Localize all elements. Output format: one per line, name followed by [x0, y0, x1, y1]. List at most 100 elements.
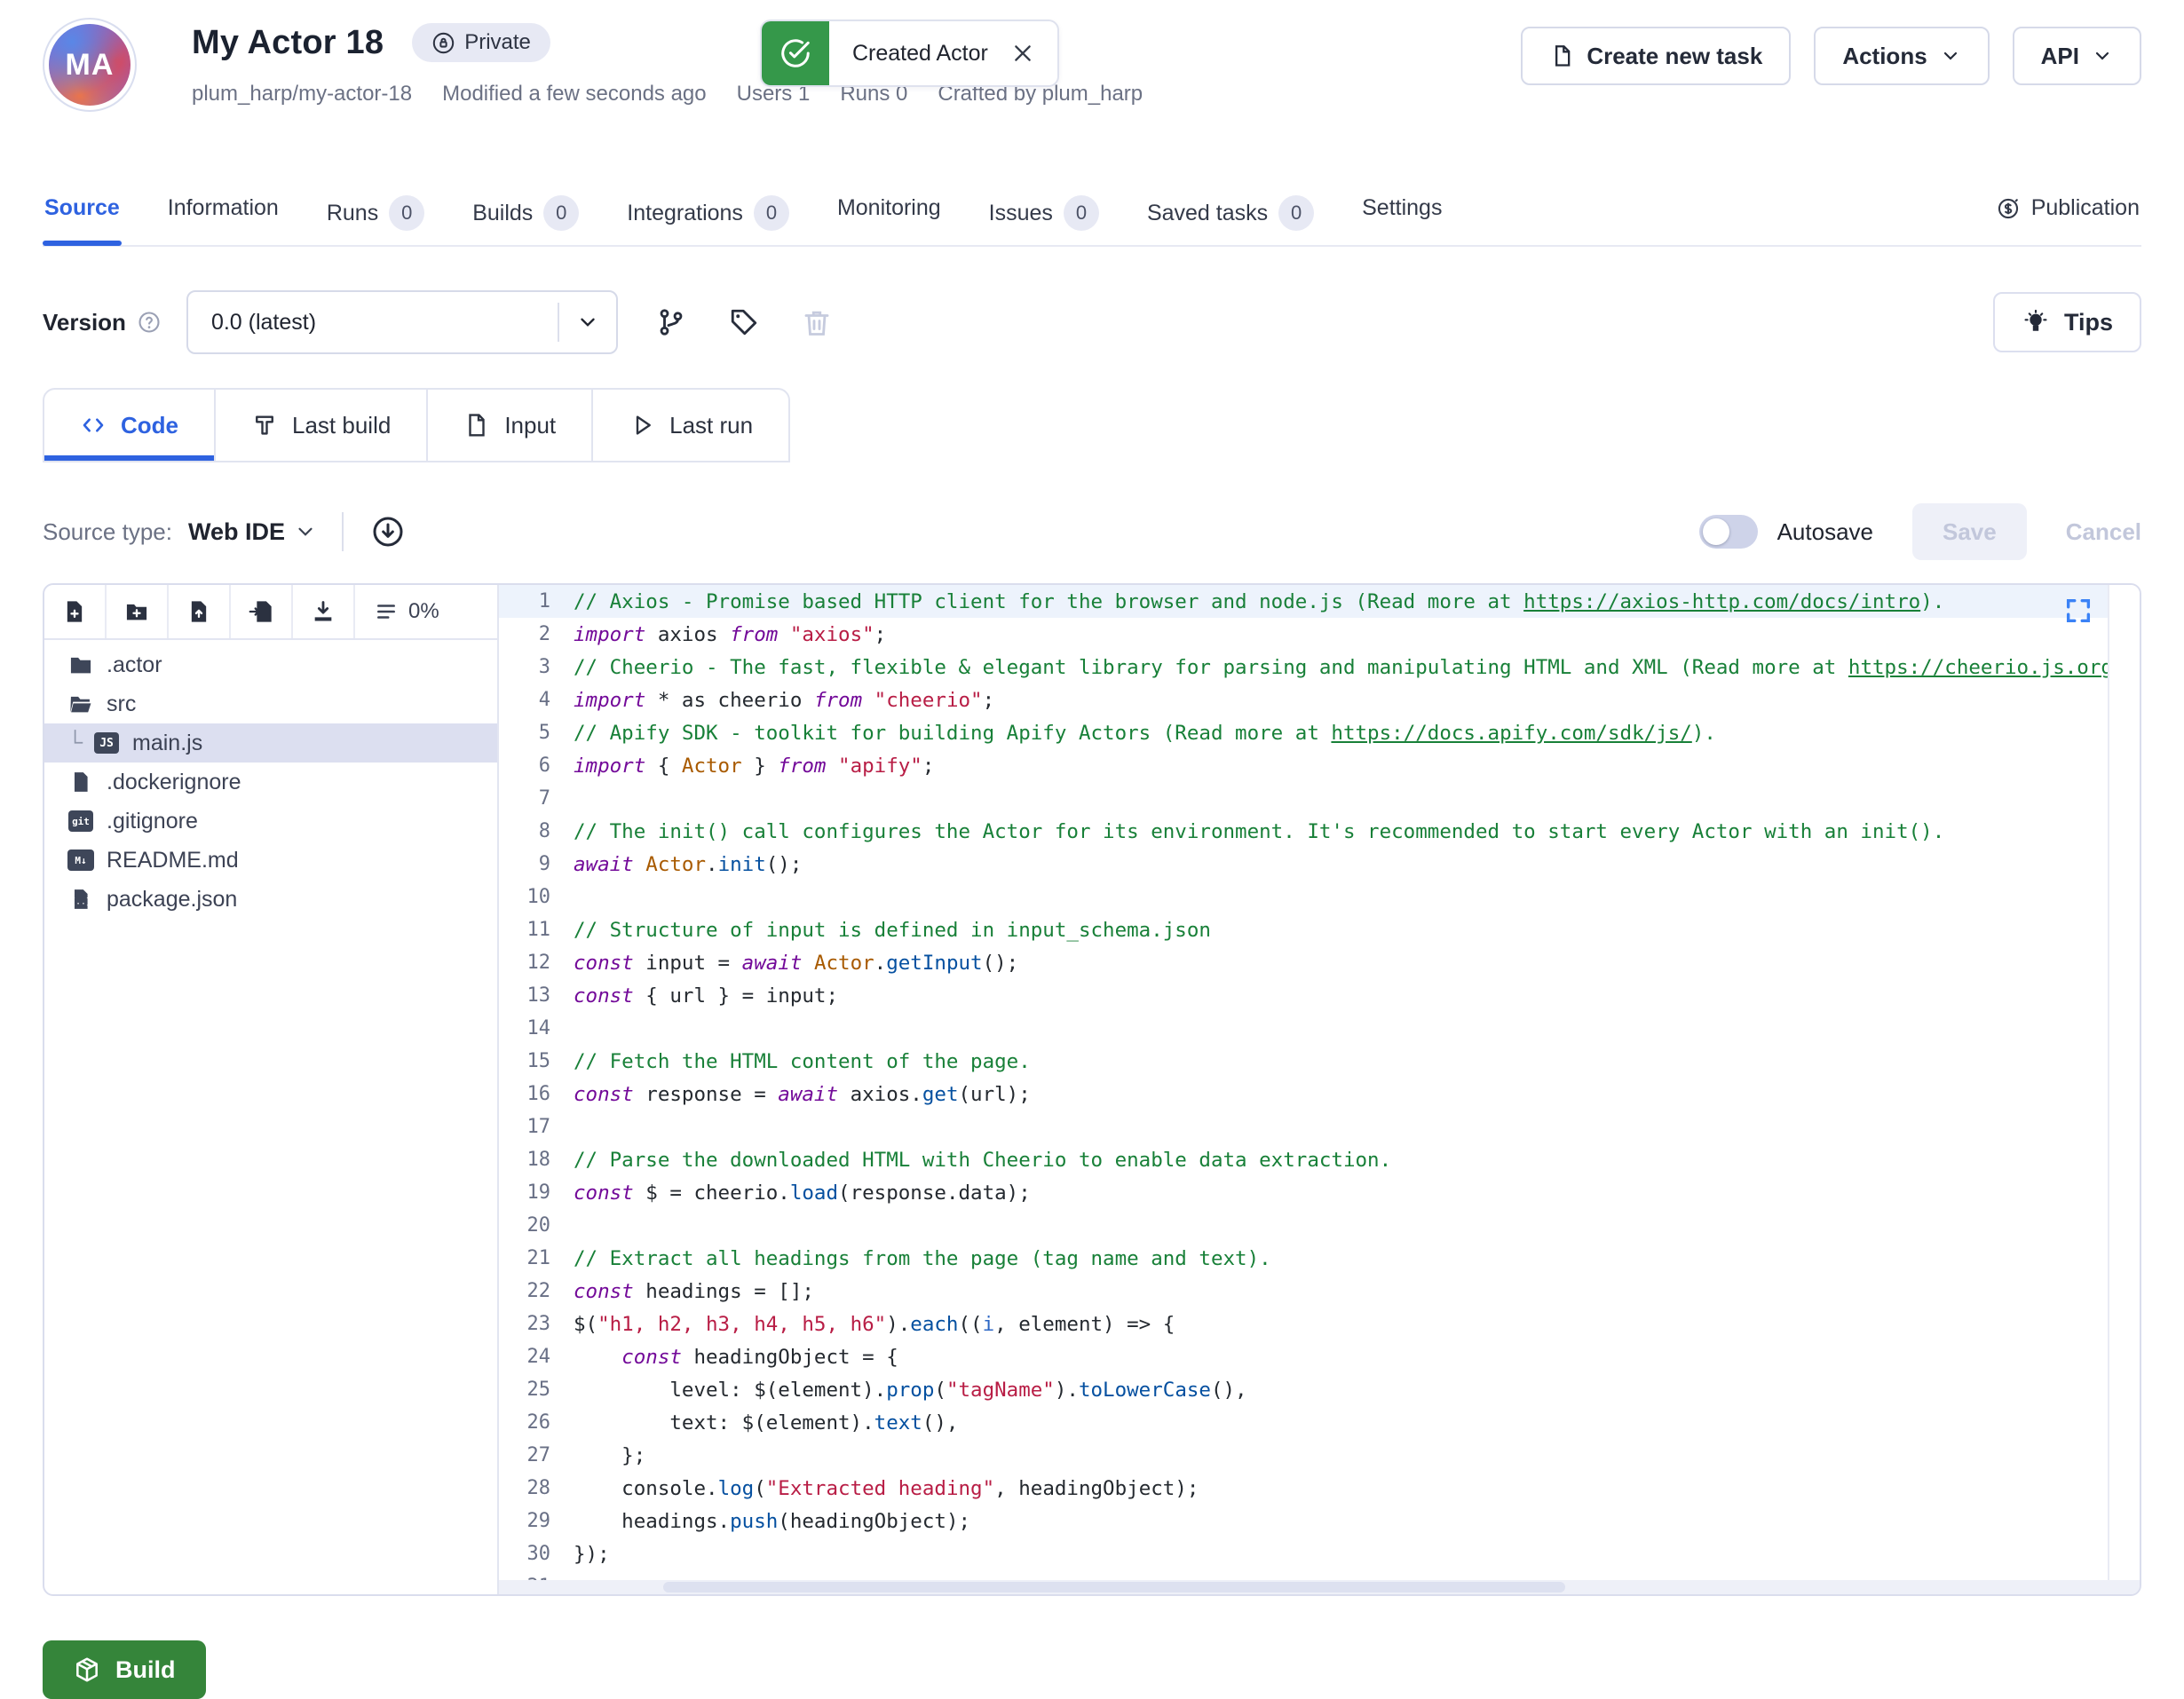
source-type-label: Source type: [43, 518, 172, 546]
count-badge: 0 [1064, 195, 1099, 231]
tab-runs[interactable]: Runs 0 [325, 188, 426, 254]
tab-publication[interactable]: Publication [1994, 188, 2141, 244]
code-line: 2import axios from "axios"; [499, 618, 2108, 651]
download-source-icon[interactable] [368, 512, 408, 551]
code-line: 31 [499, 1570, 2108, 1580]
svg-text:{..}: {..} [70, 897, 91, 906]
line-number: 24 [499, 1346, 574, 1368]
fullscreen-icon[interactable] [2063, 596, 2093, 626]
view-tab-last-build[interactable]: Last build [216, 390, 428, 461]
tab-monitoring[interactable]: Monitoring [835, 188, 943, 244]
code-line: 21// Extract all headings from the page … [499, 1242, 2108, 1275]
line-number: 30 [499, 1543, 574, 1565]
view-tab-label: Last run [669, 412, 753, 439]
coverage-indicator[interactable]: 0% [355, 585, 459, 638]
cancel-button[interactable]: Cancel [2066, 518, 2141, 546]
tab-information[interactable]: Information [166, 188, 281, 244]
line-number: 22 [499, 1280, 574, 1302]
line-number: 6 [499, 755, 574, 777]
tab-integrations[interactable]: Integrations0 [625, 188, 791, 254]
line-number: 20 [499, 1214, 574, 1237]
autosave-toggle[interactable] [1699, 515, 1758, 549]
code-line: 9await Actor.init(); [499, 848, 2108, 881]
success-check-icon [762, 21, 829, 85]
tab-saved-tasks[interactable]: Saved tasks 0 [1145, 188, 1316, 254]
horizontal-scrollbar[interactable] [499, 1580, 2140, 1594]
rename-file-icon[interactable] [231, 585, 293, 638]
view-tab-code[interactable]: Code [44, 390, 216, 461]
tab-label: Saved tasks [1147, 201, 1268, 226]
count-badge: 0 [1278, 195, 1314, 231]
view-tab-last-run[interactable]: Last run [593, 390, 788, 461]
avatar: MA [43, 18, 137, 112]
new-folder-icon[interactable] [107, 585, 169, 638]
git-branch-icon[interactable] [652, 303, 691, 342]
file-tree: .actor src └JSmain.js.dockerignoregit.giti… [44, 640, 497, 1594]
line-number: 1 [499, 590, 574, 612]
line-number: 8 [499, 820, 574, 842]
ide-workspace: 0% .actor src └JSmain.js.dockerignoregit.g… [43, 583, 2141, 1596]
file-item--dockerignore[interactable]: .dockerignore [44, 763, 497, 802]
help-icon[interactable] [137, 310, 162, 335]
chevron-down-icon [558, 303, 616, 342]
play-icon [629, 412, 655, 439]
toast-close-icon[interactable] [1011, 21, 1057, 85]
file-name: package.json [107, 887, 237, 913]
actions-button[interactable]: Actions [1814, 27, 1989, 85]
api-button[interactable]: API [2013, 27, 2141, 85]
toast-message: Created Actor [829, 21, 1011, 85]
upload-file-icon[interactable] [169, 585, 231, 638]
tab-label: Runs [327, 201, 378, 226]
visibility-badge-label: Private [464, 30, 531, 55]
file-panel: 0% .actor src └JSmain.js.dockerignoregit.g… [44, 585, 499, 1594]
chevron-down-icon [1940, 45, 1961, 67]
editor-view-tabs: CodeLast buildInput Last run [43, 388, 790, 462]
json-file-icon: {..} [67, 888, 94, 911]
version-select[interactable]: 0.0 (latest) [186, 290, 618, 354]
new-file-icon[interactable] [44, 585, 107, 638]
version-select-value: 0.0 (latest) [188, 310, 558, 336]
line-number: 18 [499, 1149, 574, 1171]
code-line: 30}); [499, 1537, 2108, 1570]
tab-label: Settings [1362, 195, 1442, 221]
file-name: src [107, 691, 136, 717]
build-button[interactable]: Build [43, 1640, 206, 1699]
file-item--gitignore[interactable]: git.gitignore [44, 802, 497, 841]
code-line: 26 text: $(element).text(), [499, 1406, 2108, 1439]
code-line: 22const headings = []; [499, 1275, 2108, 1308]
save-button[interactable]: Save [1912, 503, 2027, 560]
lock-circle-icon [431, 31, 455, 55]
actor-detail-page: MA My Actor 18 Private plum_harp/my-acto… [0, 0, 2184, 1699]
line-number: 26 [499, 1411, 574, 1434]
vertical-scrollbar[interactable] [2108, 585, 2140, 1580]
file-item-main-js[interactable]: └JSmain.js [44, 723, 497, 763]
version-row: Version 0.0 (latest) [43, 288, 2141, 356]
code-editor[interactable]: 1// Axios - Promise based HTTP client fo… [499, 585, 2140, 1594]
list-icon [375, 600, 398, 623]
file-item-src[interactable]: src [44, 684, 497, 723]
code-line: 19const $ = cheerio.load(response.data); [499, 1176, 2108, 1209]
monetization-icon [1996, 196, 2021, 221]
tab-settings[interactable]: Settings [1360, 188, 1444, 244]
source-type-select[interactable]: Web IDE [188, 518, 317, 546]
create-new-task-button[interactable]: Create new task [1521, 27, 1791, 85]
file-item--actor[interactable]: .actor [44, 645, 497, 684]
code-line: 24 const headingObject = { [499, 1340, 2108, 1373]
git-file-icon: git [67, 810, 94, 832]
tag-icon[interactable] [724, 303, 764, 342]
view-tab-input[interactable]: Input [428, 390, 593, 461]
count-badge: 0 [389, 195, 424, 231]
code-line: 20 [499, 1209, 2108, 1242]
file-item-package-json[interactable]: {..} package.json [44, 880, 497, 919]
tips-button[interactable]: Tips [1993, 292, 2141, 352]
file-item-readme-md[interactable]: M↓README.md [44, 841, 497, 880]
tree-guide: └ [67, 731, 83, 755]
code-area: 1// Axios - Promise based HTTP client fo… [499, 585, 2108, 1580]
line-number: 27 [499, 1444, 574, 1466]
tab-issues[interactable]: Issues0 [987, 188, 1101, 254]
code-line: 7 [499, 782, 2108, 815]
tab-builds[interactable]: Builds0 [471, 188, 581, 254]
tab-source[interactable]: Source [43, 188, 122, 244]
download-zip-icon[interactable] [293, 585, 355, 638]
new-task-file-icon [1549, 43, 1574, 68]
